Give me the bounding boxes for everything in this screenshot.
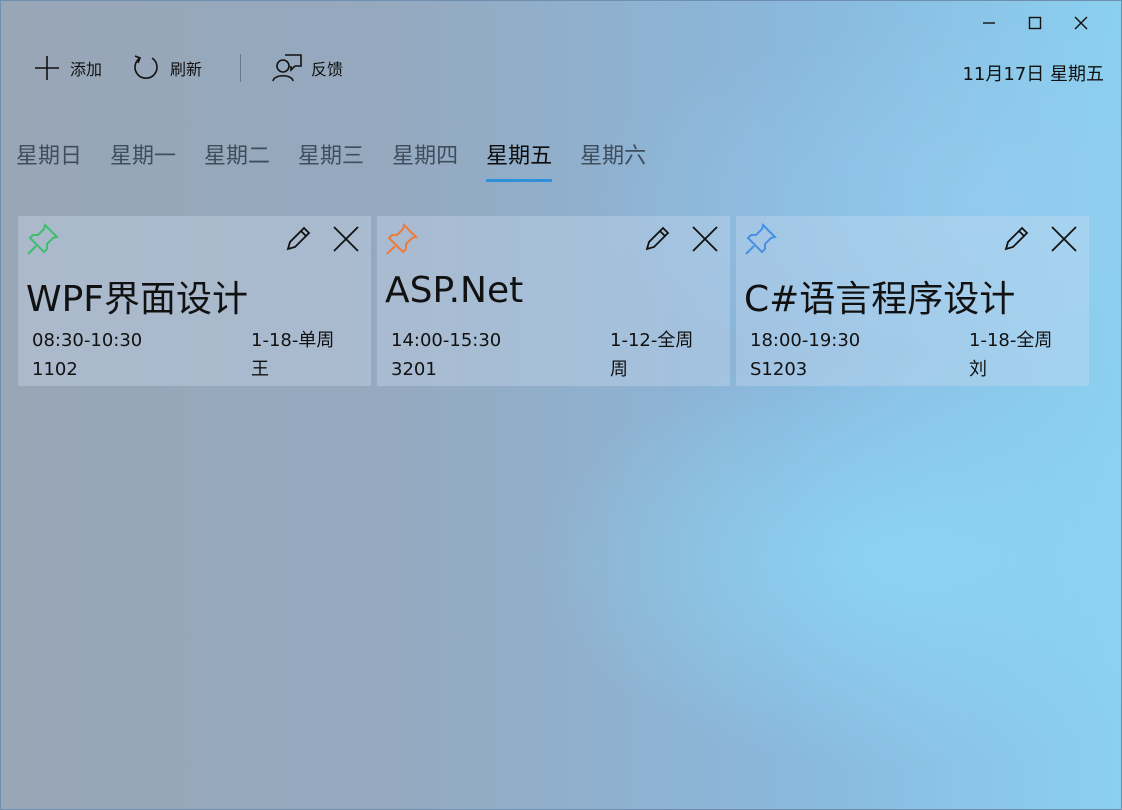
- add-button[interactable]: 添加: [32, 53, 102, 83]
- tab-saturday[interactable]: 星期六: [580, 138, 646, 182]
- course-room: S1203: [750, 359, 808, 380]
- edit-button[interactable]: [640, 222, 674, 256]
- close-icon: [1074, 16, 1088, 30]
- refresh-icon: [134, 55, 158, 79]
- course-weeks: 1-18-单周: [251, 330, 335, 351]
- course-teacher: 刘: [969, 359, 987, 380]
- course-info: 08:30-10:30 1-18-单周 1102 王: [32, 326, 357, 384]
- course-time: 14:00-15:30: [391, 330, 502, 351]
- tab-thursday[interactable]: 星期四: [392, 138, 458, 182]
- add-button-label: 添加: [70, 60, 103, 79]
- tab-monday[interactable]: 星期一: [110, 138, 176, 182]
- course-room: 1102: [32, 359, 78, 380]
- course-time: 08:30-10:30: [32, 330, 143, 351]
- tab-tuesday[interactable]: 星期二: [204, 138, 270, 182]
- course-weeks: 1-18-全周: [969, 330, 1053, 351]
- maximize-icon: [1028, 16, 1042, 30]
- plus-icon: [35, 56, 59, 80]
- feedback-button-label: 反馈: [311, 60, 344, 79]
- course-card[interactable]: WPF界面设计 08:30-10:30 1-18-单周 1102 王: [18, 216, 371, 386]
- toolbar-divider: [240, 54, 242, 82]
- close-icon: [333, 226, 359, 252]
- minimize-button[interactable]: [966, 8, 1012, 38]
- pin-icon[interactable]: [385, 222, 419, 256]
- card-actions: [640, 222, 722, 256]
- course-weeks: 1-12-全周: [610, 330, 694, 351]
- toolbar: 添加 刷新 反馈: [32, 48, 371, 88]
- course-card[interactable]: ASP.Net 14:00-15:30 1-12-全周 3201 周: [377, 216, 730, 386]
- feedback-button[interactable]: 反馈: [271, 52, 343, 84]
- close-icon: [692, 226, 718, 252]
- course-list: WPF界面设计 08:30-10:30 1-18-单周 1102 王 ASP.Net…: [18, 216, 1089, 386]
- close-icon: [1051, 226, 1077, 252]
- pencil-icon: [286, 226, 311, 251]
- edit-button[interactable]: [999, 222, 1033, 256]
- maximize-button[interactable]: [1012, 8, 1058, 38]
- course-title: ASP.Net: [385, 270, 524, 311]
- refresh-button-label: 刷新: [170, 60, 203, 79]
- window-controls: [966, 8, 1104, 38]
- course-title: WPF界面设计: [26, 279, 249, 320]
- tab-friday[interactable]: 星期五: [486, 138, 553, 182]
- course-card[interactable]: C#语言程序设计 18:00-19:30 1-18-全周 S1203 刘: [736, 216, 1089, 386]
- card-actions: [281, 222, 363, 256]
- pin-icon[interactable]: [26, 222, 60, 256]
- weekday-tabs: 星期日 星期一 星期二 星期三 星期四 星期五 星期六: [16, 138, 674, 182]
- course-time: 18:00-19:30: [750, 330, 861, 351]
- course-teacher: 周: [610, 359, 628, 380]
- delete-button[interactable]: [688, 222, 722, 256]
- refresh-button[interactable]: 刷新: [130, 52, 202, 84]
- current-date: 11月17日 星期五: [962, 64, 1104, 85]
- course-teacher: 王: [251, 359, 269, 380]
- tab-sunday[interactable]: 星期日: [16, 138, 82, 182]
- course-room: 3201: [391, 359, 437, 380]
- delete-button[interactable]: [329, 222, 363, 256]
- course-info: 14:00-15:30 1-12-全周 3201 周: [391, 326, 716, 384]
- pencil-icon: [1004, 226, 1029, 251]
- pin-icon[interactable]: [744, 222, 778, 256]
- course-title: C#语言程序设计: [744, 279, 1016, 320]
- window-frame: [0, 0, 1122, 810]
- close-button[interactable]: [1058, 8, 1104, 38]
- tab-wednesday[interactable]: 星期三: [298, 138, 364, 182]
- feedback-icon: [272, 54, 302, 82]
- minimize-icon: [983, 22, 995, 24]
- pencil-icon: [645, 226, 670, 251]
- card-actions: [999, 222, 1081, 256]
- course-info: 18:00-19:30 1-18-全周 S1203 刘: [750, 326, 1075, 384]
- edit-button[interactable]: [281, 222, 315, 256]
- delete-button[interactable]: [1047, 222, 1081, 256]
